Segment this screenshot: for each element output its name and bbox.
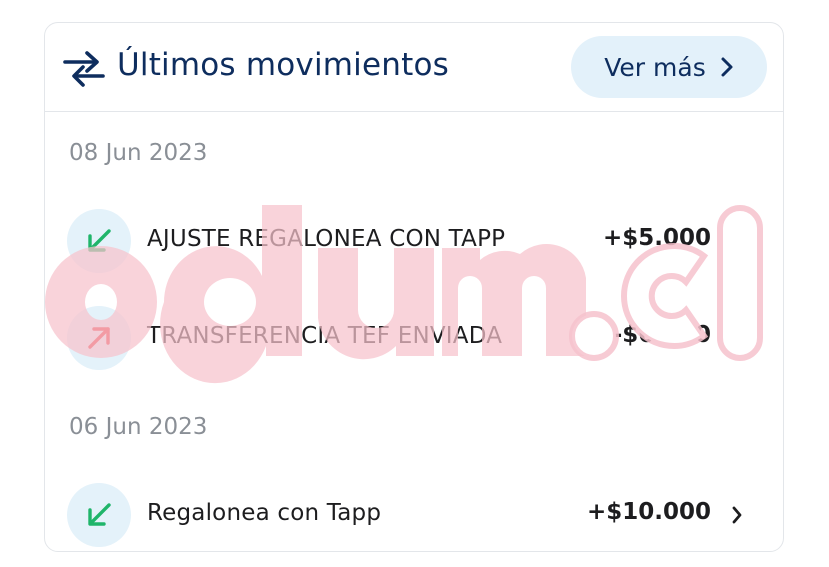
see-more-button[interactable]: Ver más — [571, 36, 767, 98]
transaction-label: AJUSTE REGALONEA CON TAPP — [147, 226, 506, 252]
card-title: Últimos movimientos — [117, 47, 449, 83]
transaction-icon-circle — [67, 306, 131, 370]
transaction-row[interactable]: TRANSFERENCIA TEF ENVIADA -$6.300 — [45, 303, 783, 373]
transaction-label: Regalonea con Tapp — [147, 500, 382, 526]
chevron-right-icon — [732, 232, 742, 250]
date-header: 06 Jun 2023 — [69, 414, 208, 440]
transaction-amount: +$5.000 — [602, 225, 711, 251]
chevron-right-icon — [721, 57, 733, 77]
arrow-down-left-icon — [88, 503, 111, 526]
movements-card: Últimos movimientos Ver más 08 Jun 2023 … — [44, 22, 784, 552]
transaction-amount: -$6.300 — [612, 322, 711, 348]
transaction-row[interactable]: Regalonea con Tapp +$10.000 — [45, 480, 783, 550]
transfer-arrows-icon — [63, 51, 105, 87]
transaction-icon-circle — [67, 483, 131, 547]
see-more-label: Ver más — [604, 52, 706, 82]
transaction-icon-circle — [67, 209, 131, 273]
arrow-down-left-icon — [88, 229, 111, 252]
card-header: Últimos movimientos Ver más — [45, 23, 783, 112]
transaction-label: TRANSFERENCIA TEF ENVIADA — [147, 323, 503, 349]
arrow-up-right-icon — [88, 327, 110, 349]
date-header: 08 Jun 2023 — [69, 140, 208, 166]
transaction-amount: +$10.000 — [586, 499, 711, 525]
chevron-right-icon — [732, 329, 742, 347]
chevron-right-icon — [732, 506, 742, 524]
transaction-row[interactable]: AJUSTE REGALONEA CON TAPP +$5.000 — [45, 206, 783, 276]
